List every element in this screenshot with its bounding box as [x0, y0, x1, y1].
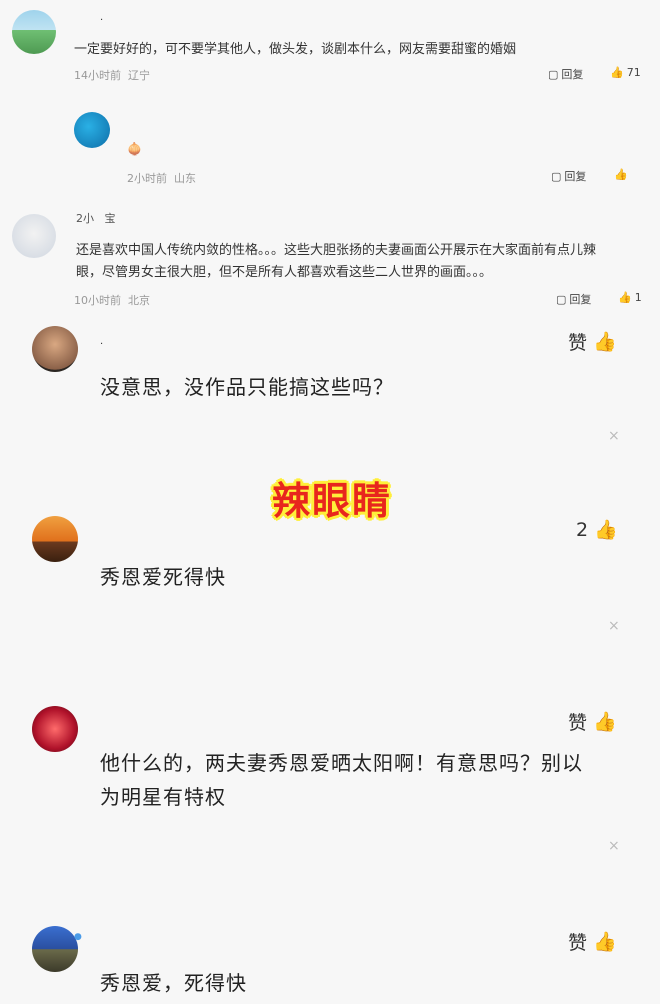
thumbs-up-icon: 👍: [618, 291, 632, 304]
like-button[interactable]: 赞 👍: [568, 928, 617, 955]
comment-location: 北京: [128, 294, 150, 307]
like-count: 71: [626, 66, 641, 79]
comment-time: 14小时前: [74, 69, 121, 82]
reply-icon: ▢: [551, 169, 562, 183]
close-icon[interactable]: ×: [608, 428, 620, 444]
emoji-icon: 🧅: [127, 142, 142, 156]
username[interactable]: .: [100, 12, 103, 23]
verified-icon: ●: [74, 932, 82, 942]
comment-text-line: 还是喜欢中国人传统内敛的性格。。。这些大胆张扬的夫妻画面公开展示在大家面前有点儿…: [76, 243, 597, 258]
comment-location: 山东: [174, 172, 196, 185]
comment-location: 辽宁: [128, 69, 150, 82]
comment-text-line: 他什么的，两夫妻秀恩爱晒太阳啊！有意思吗？别以: [100, 751, 583, 775]
like-count: 2: [576, 518, 589, 541]
close-icon[interactable]: ×: [608, 618, 620, 634]
comment-text: 还是喜欢中国人传统内敛的性格。。。这些大胆张扬的夫妻画面公开展示在大家面前有点儿…: [76, 240, 636, 284]
like-label: 赞: [568, 332, 588, 354]
thumbs-up-icon: 👍: [593, 331, 617, 353]
like-button[interactable]: 👍: [614, 168, 628, 181]
reply-icon: ▢: [556, 292, 567, 306]
like-button[interactable]: 👍 71: [610, 66, 641, 79]
like-count: 1: [634, 291, 642, 304]
reply-label: 回复: [561, 68, 584, 81]
comment-meta: 10小时前 北京: [74, 292, 150, 308]
thumbs-up-icon: 👍: [594, 519, 618, 541]
comment-meta: 2小时前 山东: [127, 170, 196, 186]
close-icon[interactable]: ×: [608, 838, 620, 854]
like-button[interactable]: 👍 1: [618, 291, 642, 304]
avatar[interactable]: [32, 926, 78, 972]
reply-button[interactable]: ▢ 回复: [551, 168, 586, 184]
comment-time: 2小时前: [127, 172, 167, 185]
avatar[interactable]: [74, 112, 110, 148]
avatar[interactable]: [12, 10, 56, 54]
comment-text: 秀恩爱死得快: [100, 565, 226, 589]
comment-time: 10小时前: [74, 294, 121, 307]
like-button[interactable]: 赞 👍: [568, 708, 617, 735]
comment-text-line: 眼，尽管男女主很大胆，但不是所有人都喜欢看这些二人世界的画面。。。: [76, 265, 493, 280]
thumbs-up-icon: 👍: [610, 66, 624, 79]
comment-text-line: 为明星有特权: [100, 785, 226, 809]
reply-button[interactable]: ▢ 回复: [548, 66, 583, 82]
avatar[interactable]: [32, 326, 78, 372]
thumbs-up-icon: 👍: [593, 711, 617, 733]
reply-icon: ▢: [548, 67, 559, 81]
comment-text: 秀恩爱，死得快: [100, 971, 247, 995]
reply-label: 回复: [564, 170, 587, 183]
comment-text: 没意思，没作品只能搞这些吗？: [100, 375, 394, 399]
avatar[interactable]: [32, 516, 78, 562]
avatar[interactable]: [32, 706, 78, 752]
thumbs-up-icon: 👍: [593, 931, 617, 953]
reply-label: 回复: [569, 293, 592, 306]
avatar[interactable]: [12, 214, 56, 258]
reply-button[interactable]: ▢ 回复: [556, 291, 591, 307]
like-label: 赞: [568, 932, 588, 954]
overlay-caption: 辣眼睛: [272, 479, 393, 523]
comment-text: 一定要好好的，可不要学其他人，做头发，谈剧本什么，网友需要甜蜜的婚姻: [74, 42, 517, 57]
like-button[interactable]: 赞 👍: [568, 328, 617, 355]
comment-meta: 14小时前 辽宁: [74, 67, 150, 83]
like-label: 赞: [568, 712, 588, 734]
username[interactable]: 2小 宝: [76, 210, 116, 226]
thumbs-up-icon: 👍: [614, 168, 628, 181]
username[interactable]: .: [100, 336, 103, 347]
comment-text: 他什么的，两夫妻秀恩爱晒太阳啊！有意思吗？别以 为明星有特权: [100, 746, 640, 814]
like-button[interactable]: 2 👍: [576, 518, 618, 542]
